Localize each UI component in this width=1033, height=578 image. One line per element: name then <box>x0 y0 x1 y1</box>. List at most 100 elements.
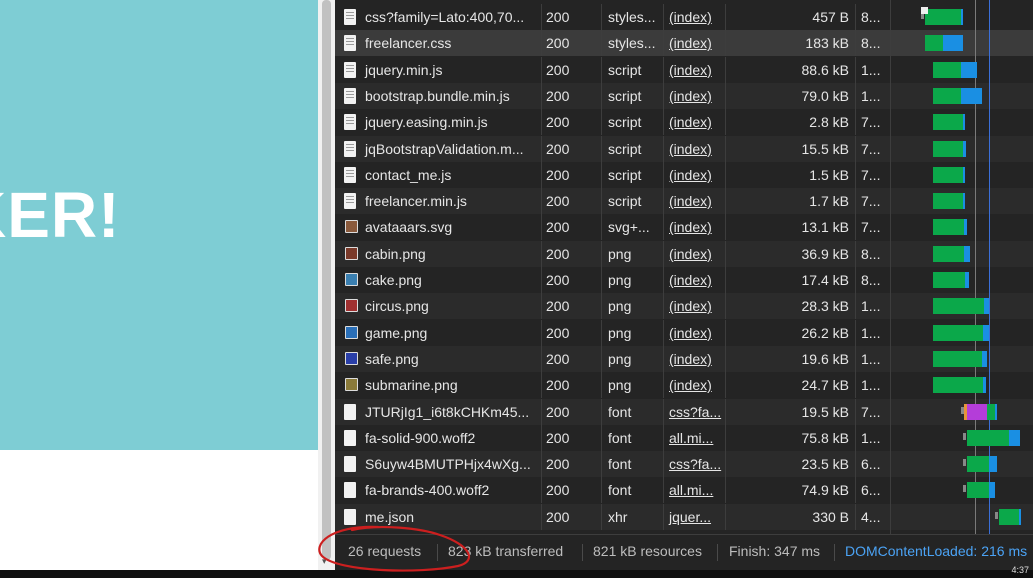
request-size: 19.6 kB <box>726 345 856 372</box>
request-initiator[interactable]: (index) <box>664 267 726 293</box>
request-initiator[interactable]: (index) <box>664 214 726 241</box>
request-type: png <box>602 345 664 372</box>
request-size: 75.8 kB <box>726 424 856 451</box>
request-status: 200 <box>542 135 602 162</box>
request-type: font <box>602 424 664 451</box>
page-scrollbar[interactable]: ▾ <box>318 0 335 570</box>
dom-content-loaded-line <box>989 0 990 534</box>
request-type: png <box>602 240 664 267</box>
request-size: 24.7 kB <box>726 372 856 399</box>
waterfall-bar-green <box>933 377 983 394</box>
waterfall-bar-green <box>999 508 1019 525</box>
request-row[interactable]: jqBootstrapValidation.m... 200 script (inde… <box>335 135 890 162</box>
request-row[interactable]: contact_me.js 200 script (index) 1.5 kB 7... <box>335 161 890 188</box>
request-status: 200 <box>542 398 602 425</box>
request-initiator[interactable]: (index) <box>664 188 726 215</box>
request-type: script <box>602 109 664 136</box>
request-name: contact_me.js <box>335 161 542 188</box>
request-initiator[interactable]: (index) <box>664 372 726 399</box>
request-row[interactable]: fa-solid-900.woff2 200 font all.mi... 75.8 k… <box>335 424 890 451</box>
request-time: 7... <box>861 403 881 420</box>
request-status: 200 <box>542 30 602 57</box>
request-status: 200 <box>542 267 602 293</box>
request-name: cabin.png <box>335 240 542 267</box>
request-time: 1... <box>861 298 881 315</box>
waterfall-bar-purple <box>967 403 987 420</box>
waterfall-bar-blue <box>989 482 995 499</box>
request-row[interactable]: cake.png 200 png (index) 17.4 kB 8... <box>335 267 890 293</box>
request-status: 200 <box>542 319 602 346</box>
request-name: css?family=Lato:400,70... <box>335 4 542 30</box>
request-row[interactable]: cabin.png 200 png (index) 36.9 kB 8... <box>335 240 890 267</box>
taskbar-clock: 4:37 <box>1011 565 1029 575</box>
waterfall-bar-green <box>967 429 1009 446</box>
request-size: 88.6 kB <box>726 56 856 83</box>
hero-heading: KER! <box>0 179 121 251</box>
request-time: 7... <box>861 219 881 236</box>
request-type: script <box>602 188 664 215</box>
waterfall-bar-green <box>933 350 982 367</box>
request-name: freelancer.css <box>335 30 542 57</box>
waterfall-bar-blue <box>995 403 997 420</box>
request-row[interactable]: jquery.easing.min.js 200 script (index) 2.8 … <box>335 109 890 136</box>
request-initiator[interactable]: (index) <box>664 240 726 267</box>
waterfall-bar-grey <box>963 432 966 440</box>
waterfall-bar-blue <box>964 245 970 262</box>
request-row[interactable]: css?family=Lato:400,70... 200 styles... (in… <box>335 4 890 30</box>
request-initiator[interactable]: jquer... <box>664 503 726 530</box>
request-row[interactable]: me.json 200 xhr jquer... 330 B 4... <box>335 503 890 530</box>
waterfall-bar-green <box>933 114 963 131</box>
waterfall-bar-blue <box>1019 508 1021 525</box>
request-size: 36.9 kB <box>726 240 856 267</box>
request-row[interactable]: bootstrap.bundle.min.js 200 script (index) 7… <box>335 82 890 109</box>
request-row[interactable]: freelancer.min.js 200 script (index) 1.7 kB 7… <box>335 188 890 215</box>
waterfall-bar-green <box>933 298 984 315</box>
request-time: 1... <box>861 377 881 394</box>
request-initiator[interactable]: all.mi... <box>664 477 726 504</box>
request-type: font <box>602 451 664 478</box>
scroll-down-arrow-icon[interactable]: ▾ <box>322 556 327 567</box>
request-type: font <box>602 398 664 425</box>
request-initiator[interactable]: (index) <box>664 109 726 136</box>
request-initiator[interactable]: css?fa... <box>664 451 726 478</box>
request-initiator[interactable]: css?fa... <box>664 398 726 425</box>
request-row[interactable]: jquery.min.js 200 script (index) 88.6 kB 1... <box>335 56 890 83</box>
request-initiator[interactable]: (index) <box>664 82 726 109</box>
request-type: svg+... <box>602 214 664 241</box>
request-time: 8... <box>861 245 881 262</box>
request-time: 6... <box>861 456 881 473</box>
page-scroll-thumb[interactable] <box>322 0 331 560</box>
request-row[interactable]: avataaars.svg 200 svg+... (index) 13.1 kB 7..… <box>335 214 890 241</box>
request-row[interactable]: safe.png 200 png (index) 19.6 kB 1... <box>335 345 890 372</box>
request-row[interactable]: fa-brands-400.woff2 200 font all.mi... 74.9 … <box>335 477 890 504</box>
request-name: fa-brands-400.woff2 <box>335 477 542 504</box>
request-row[interactable]: JTURjIg1_i6t8kCHKm45... 200 font css?fa... 1… <box>335 398 890 425</box>
request-initiator[interactable]: (index) <box>664 135 726 162</box>
request-status: 200 <box>542 372 602 399</box>
request-row[interactable]: submarine.png 200 png (index) 24.7 kB 1... <box>335 372 890 399</box>
request-row[interactable]: freelancer.css 200 styles... (index) 183 kB 8… <box>335 30 890 57</box>
request-row[interactable]: game.png 200 png (index) 26.2 kB 1... <box>335 319 890 346</box>
request-time: 1... <box>861 350 881 367</box>
waterfall-bar-green <box>925 9 961 25</box>
request-row[interactable]: S6uyw4BMUTPHjx4wXg... 200 font css?fa... 23.… <box>335 451 890 478</box>
request-initiator[interactable]: (index) <box>664 56 726 83</box>
waterfall-bar-blue <box>961 87 982 104</box>
request-initiator[interactable]: (index) <box>664 30 726 57</box>
request-type: png <box>602 319 664 346</box>
request-initiator[interactable]: (index) <box>664 4 726 30</box>
request-size: 17.4 kB <box>726 267 856 293</box>
request-initiator[interactable]: all.mi... <box>664 424 726 451</box>
request-row[interactable]: circus.png 200 png (index) 28.3 kB 1... <box>335 293 890 320</box>
request-initiator[interactable]: (index) <box>664 345 726 372</box>
request-type: png <box>602 267 664 293</box>
request-name: avataaars.svg <box>335 214 542 241</box>
request-size: 15.5 kB <box>726 135 856 162</box>
request-initiator[interactable]: (index) <box>664 319 726 346</box>
request-initiator[interactable]: (index) <box>664 161 726 188</box>
waterfall-bar-blue <box>963 193 965 210</box>
request-name: jquery.min.js <box>335 56 542 83</box>
request-initiator[interactable]: (index) <box>664 293 726 320</box>
divider <box>717 544 718 561</box>
request-status: 200 <box>542 451 602 478</box>
